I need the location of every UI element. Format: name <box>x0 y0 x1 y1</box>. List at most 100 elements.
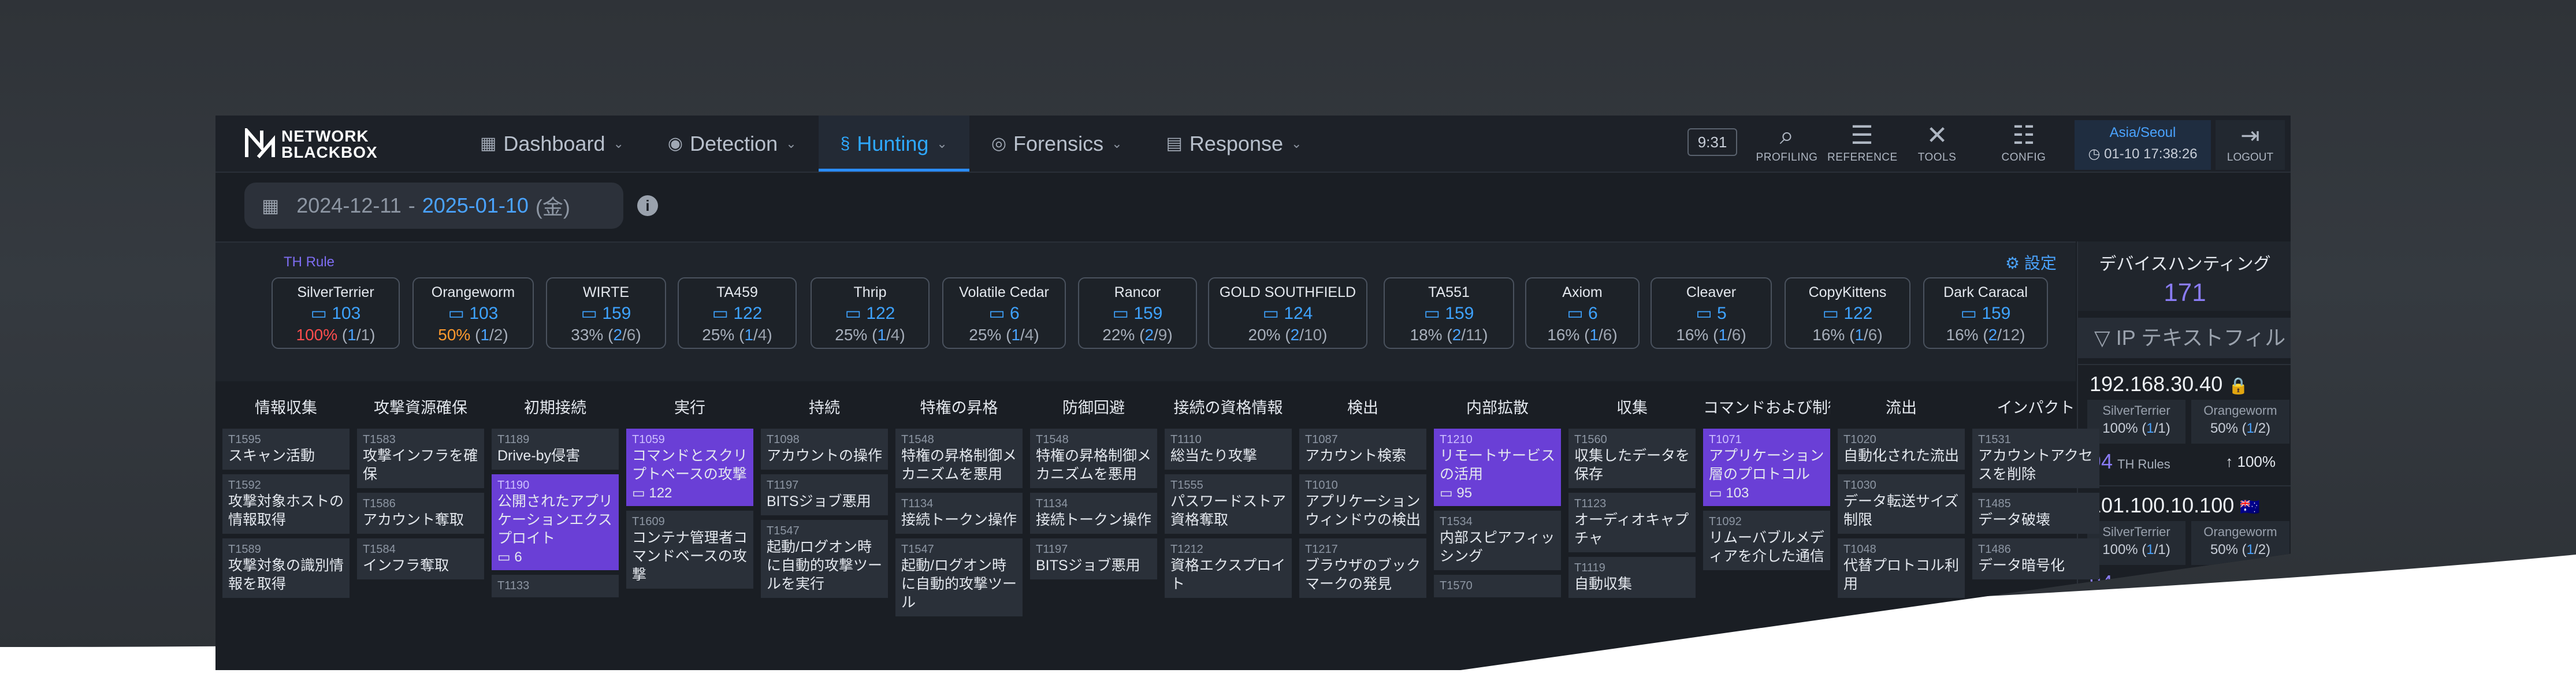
technique-cell[interactable]: T1592 攻撃対象ホストの情報取得 <box>222 474 350 534</box>
rule-card[interactable]: Volatile Cedar ▭ 6 25% (1/4) <box>942 277 1066 349</box>
monitor-icon: ▭ <box>1112 304 1134 323</box>
tool-tools[interactable]: ✕ TOOLS <box>1902 120 1972 170</box>
rule-total: 6 <box>1731 326 1741 344</box>
rule-card[interactable]: Rancor ▭ 159 22% (2/9) <box>1078 277 1197 349</box>
chevron-down-icon: ⌄ <box>1291 136 1302 151</box>
technique-cell[interactable]: T1584 インフラ奪取 <box>357 538 484 579</box>
technique-cell[interactable]: T1212 資格エクスプロイト <box>1165 538 1292 598</box>
tactic-header: 初期接続 <box>524 399 586 417</box>
menu-forensics[interactable]: ◎ Forensics ⌄ <box>969 116 1144 172</box>
monitor-icon: ▭ <box>988 304 1010 323</box>
technique-id: T1560 <box>1574 433 1607 446</box>
technique-cell[interactable]: T1189 Drive-by侵害 <box>492 429 619 470</box>
technique-cell[interactable]: T1548 特権の昇格制御メカニズムを悪用 <box>1030 429 1157 488</box>
tactic-header: インパクト <box>1997 399 2075 417</box>
monitor-icon: ▭ <box>1822 304 1844 323</box>
menu-detection[interactable]: ◉ Detection ⌄ <box>646 116 819 172</box>
technique-id: T1119 <box>1574 562 1605 574</box>
rule-card[interactable]: CopyKittens ▭ 122 16% (1/6) <box>1785 277 1910 349</box>
rule-count-value: 122 <box>733 304 763 323</box>
technique-cell[interactable]: T1119 自動収集 <box>1568 557 1696 598</box>
timezone-box[interactable]: Asia/Seoul ◷ 01-10 17:38:26 <box>2075 120 2211 170</box>
tactic-header: コマンドおよび制御 <box>1703 399 1830 417</box>
date-end: 2025-01-10 <box>422 194 529 217</box>
technique-cell[interactable]: T1560 収集したデータを保存 <box>1568 429 1696 488</box>
technique-cell[interactable]: T1570 <box>1434 575 1561 597</box>
technique-count-value: 122 <box>649 485 672 501</box>
technique-cell[interactable]: T1134 接続トークン操作 <box>895 493 1023 534</box>
technique-cell[interactable]: T1098 アカウントの操作 <box>761 429 888 470</box>
rule-card[interactable]: TA459 ▭ 122 25% (1/4) <box>678 277 797 349</box>
technique-cell[interactable]: T1210 リモートサービスの活用 ▭ 95 <box>1434 429 1561 506</box>
rule-percent-value: 16% <box>1547 326 1580 344</box>
tool-reference[interactable]: ☰ REFERENCE <box>1827 120 1897 170</box>
info-icon[interactable]: i <box>637 195 658 216</box>
technique-cell[interactable]: T1071 アプリケーション層のプロトコル ▭ 103 <box>1703 429 1830 506</box>
technique-cell[interactable]: T1217 ブラウザのブックマークの発見 <box>1299 538 1426 598</box>
logo[interactable]: NETWORK BLACKBOX <box>244 126 418 162</box>
logout-button[interactable]: ⇥ LOGOUT <box>2216 120 2285 170</box>
menu-hunting[interactable]: § Hunting ⌄ <box>818 116 970 172</box>
technique-cell[interactable]: T1059 コマンドとスクリプトベースの攻撃 ▭ 122 <box>626 429 753 506</box>
rule-card[interactable]: Orangeworm ▭ 103 50% (1/2) <box>412 277 534 349</box>
technique-cell[interactable]: T1589 攻撃対象の識別情報を取得 <box>222 538 350 598</box>
technique-cell[interactable]: T1547 起動/ログオン時に自動的攻撃ツール <box>895 538 1023 616</box>
device-rule-total: 1 <box>2158 542 2166 557</box>
menu-dashboard[interactable]: ▦ Dashboard ⌄ <box>458 116 646 172</box>
device-rule-percent: 100% (1/1) <box>2102 421 2170 436</box>
rule-total: 6 <box>1868 326 1878 344</box>
device-row[interactable]: 192.168.30.40 🔒 SilverTerrier 100% (1/1) Ora… <box>2078 364 2291 486</box>
technique-name: 攻撃対象の識別情報を取得 <box>228 557 344 592</box>
technique-cell[interactable]: T1485 データ破壊 <box>1972 493 2099 534</box>
settings-button[interactable]: ⚙ 設定 <box>2005 251 2057 274</box>
technique-cell[interactable]: T1010 アプリケーションウィンドウの検出 <box>1299 474 1426 534</box>
rule-card[interactable]: SilverTerrier ▭ 103 100% (1/1) <box>272 277 400 349</box>
technique-count: ▭ 6 <box>497 549 613 566</box>
rule-card[interactable]: Axiom ▭ 6 16% (1/6) <box>1525 277 1640 349</box>
date-range-picker[interactable]: ▦ 2024-12-11 - 2025-01-10 (金) <box>244 183 623 229</box>
technique-cell[interactable]: T1134 接続トークン操作 <box>1030 493 1157 534</box>
technique-cell[interactable]: T1609 コンテナ管理者コマンドベースの攻撃 <box>626 511 753 589</box>
technique-cell[interactable]: T1586 アカウント奪取 <box>357 493 484 534</box>
technique-cell[interactable]: T1197 BITSジョブ悪用 <box>761 474 888 515</box>
technique-cell[interactable]: T1197 BITSジョブ悪用 <box>1030 538 1157 579</box>
rule-device-count: ▭ 6 <box>943 303 1065 324</box>
technique-cell[interactable]: T1092 リムーバブルメディアを介した通信 <box>1703 511 1830 570</box>
rule-percent-value: 50% <box>438 326 471 344</box>
technique-cell[interactable]: T1583 攻撃インフラを確保 <box>357 429 484 488</box>
technique-cell[interactable]: T1048 代替プロトコル利用 <box>1838 538 1965 598</box>
technique-cell[interactable]: T1486 データ暗号化 <box>1972 538 2099 579</box>
technique-cell[interactable]: T1548 特権の昇格制御メカニズムを悪用 <box>895 429 1023 488</box>
technique-name: パスワードストア資格奪取 <box>1170 493 1287 528</box>
technique-cell[interactable]: T1110 総当たり攻撃 <box>1165 429 1292 470</box>
technique-cell[interactable]: T1133 <box>492 575 619 597</box>
technique-cell[interactable]: T1030 データ転送サイズ制限 <box>1838 474 1965 534</box>
rule-card[interactable]: Dark Caracal ▭ 159 16% (2/12) <box>1923 277 2048 349</box>
technique-cell[interactable]: T1190 公開されたアプリケーションエクスプロイト ▭ 6 <box>492 474 619 570</box>
technique-cell[interactable]: T1123 オーディオキャプチャ <box>1568 493 1696 552</box>
rule-name: GOLD SOUTHFIELD <box>1219 284 1356 300</box>
rule-card[interactable]: TA551 ▭ 159 18% (2/11) <box>1384 277 1514 349</box>
rule-name: Dark Caracal <box>1943 284 2028 300</box>
ip-filter-input[interactable]: ▽ IP テキストフィル <box>2078 318 2291 358</box>
technique-cell[interactable]: T1547 起動/ログオン時に自動的攻撃ツールを実行 <box>761 520 888 598</box>
technique-cell[interactable]: T1555 パスワードストア資格奪取 <box>1165 474 1292 534</box>
technique-cell[interactable]: T1020 自動化された流出 <box>1838 429 1965 470</box>
technique-cell[interactable]: T1534 内部スピアフィッシング <box>1434 511 1561 570</box>
rule-card[interactable]: Thrip ▭ 122 25% (1/4) <box>811 277 930 349</box>
tactic-column: 流出 T1020 自動化された流出 T1030 データ転送サイズ制限 T1048 代替プロト… <box>1838 387 1965 603</box>
tool-profiling[interactable]: ⌕ PROFILING <box>1752 120 1822 170</box>
technique-cell[interactable]: T1595 スキャン活動 <box>222 429 350 470</box>
technique-name: 攻撃インフラを確保 <box>363 448 478 482</box>
technique-id: T1534 <box>1440 515 1473 528</box>
rule-total: 6 <box>1603 326 1612 344</box>
menu-response[interactable]: ▤ Response ⌄ <box>1144 116 1324 172</box>
technique-cell[interactable]: T1087 アカウント検索 <box>1299 429 1426 470</box>
rule-card[interactable]: GOLD SOUTHFIELD ▭ 124 20% (2/10) <box>1208 277 1367 349</box>
tool-config[interactable]: ☷ CONFIG <box>1989 120 2058 170</box>
device-ip-value: 192.168.30.40 <box>2090 372 2223 396</box>
technique-cell[interactable]: T1531 アカウントアクセスを削除 <box>1972 429 2099 488</box>
rule-card[interactable]: WIRTE ▭ 159 33% (2/6) <box>546 277 666 349</box>
rule-card[interactable]: Cleaver ▭ 5 16% (1/6) <box>1651 277 1772 349</box>
device-row[interactable]: 101.100.10.100 🇦🇺 SilverTerrier 100% (1/1) O… <box>2078 485 2291 608</box>
